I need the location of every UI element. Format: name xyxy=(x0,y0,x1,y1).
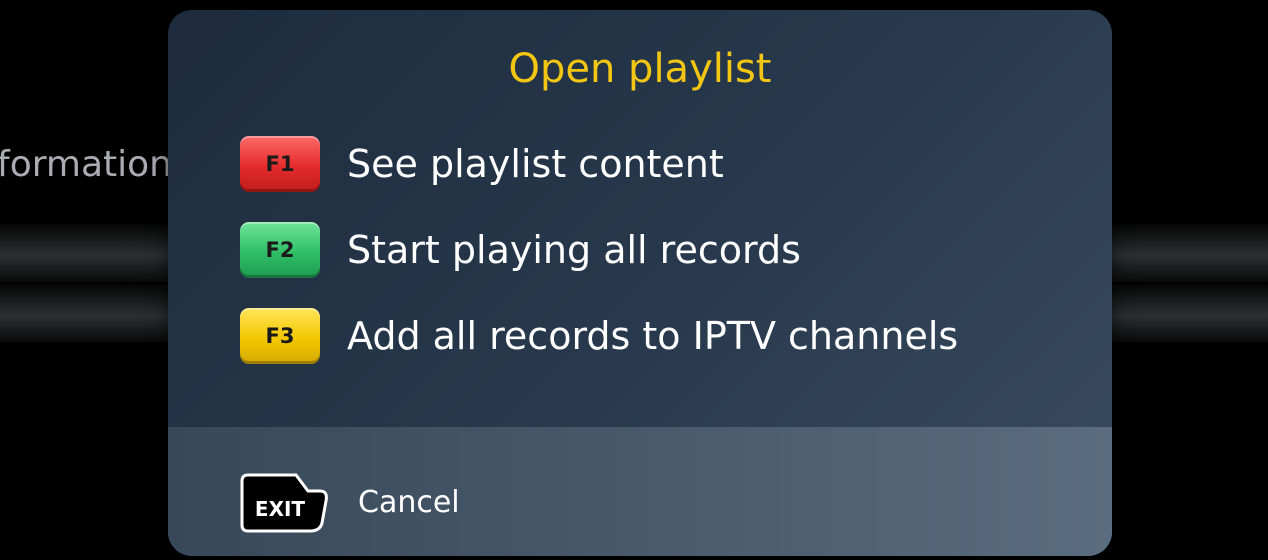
cancel-button[interactable]: EXIT Cancel xyxy=(238,471,460,535)
option-label: Add all records to IPTV channels xyxy=(347,314,959,358)
exit-key-icon: EXIT xyxy=(240,473,328,533)
exit-key-label: EXIT xyxy=(255,497,306,521)
open-playlist-dialog: Open playlist F1 See playlist content F2… xyxy=(168,10,1112,556)
f1-key-icon: F1 xyxy=(240,136,320,192)
dialog-title: Open playlist xyxy=(508,46,772,92)
option-add-records-to-iptv[interactable]: F3 Add all records to IPTV channels xyxy=(240,308,1100,364)
f3-key-icon: F3 xyxy=(240,308,320,364)
option-label: Start playing all records xyxy=(347,228,801,272)
option-start-playing-all-records[interactable]: F2 Start playing all records xyxy=(240,222,1100,278)
option-see-playlist-content[interactable]: F1 See playlist content xyxy=(240,136,1100,192)
dialog-footer: EXIT Cancel xyxy=(168,427,1112,556)
playlist-options-list: F1 See playlist content F2 Start playing… xyxy=(240,136,1100,394)
option-label: See playlist content xyxy=(347,142,724,186)
f2-key-icon: F2 xyxy=(240,222,320,278)
cancel-label: Cancel xyxy=(358,485,460,520)
screen: me Information Open playlist F1 See play… xyxy=(0,0,1268,560)
background-menu-label: me Information xyxy=(0,144,172,185)
